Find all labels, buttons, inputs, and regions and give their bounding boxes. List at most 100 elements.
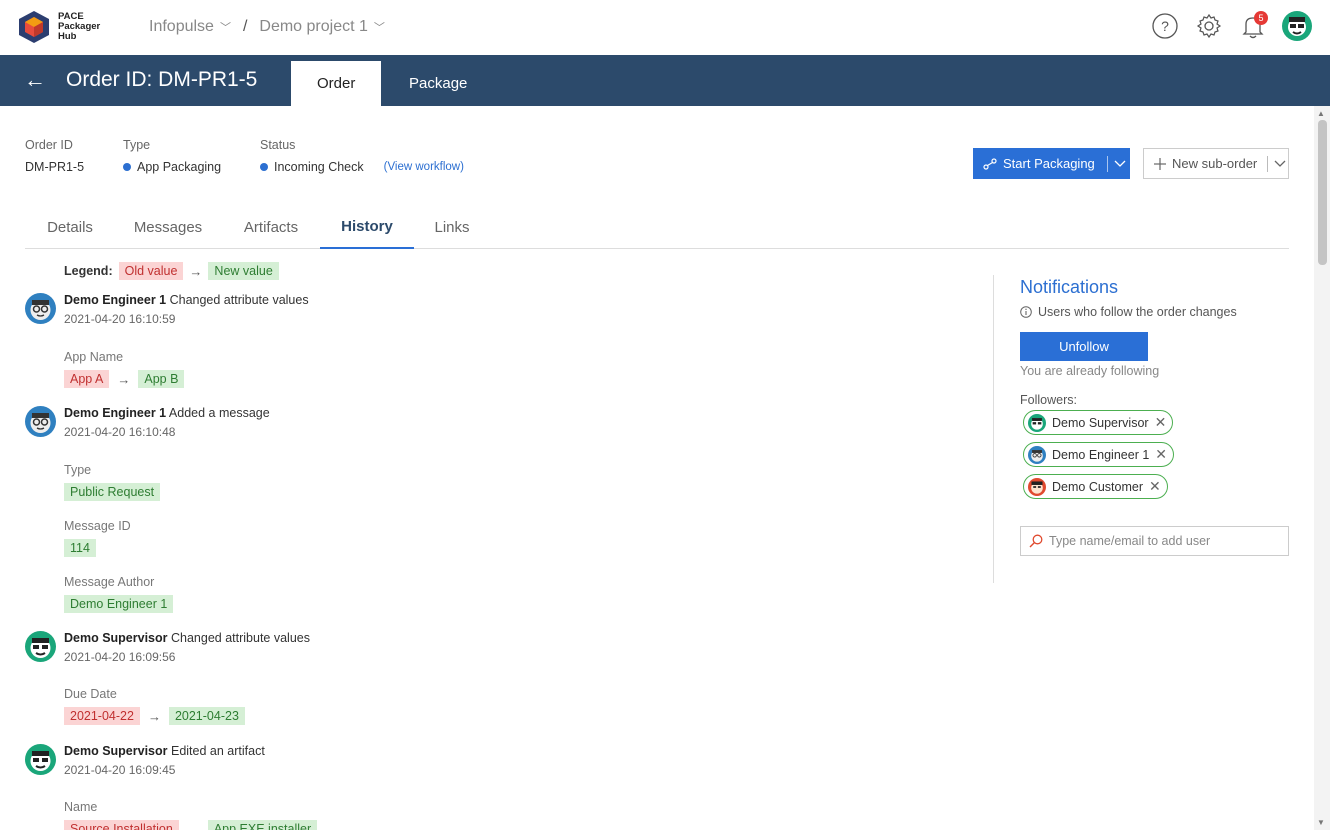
header-tab-package[interactable]: Package xyxy=(383,61,493,106)
workflow-icon xyxy=(983,157,997,170)
field-label: Message Author xyxy=(64,575,155,589)
top-icons: ? 5 xyxy=(1150,11,1312,41)
follower-name: Demo Customer xyxy=(1052,479,1143,494)
tab-links[interactable]: Links xyxy=(422,205,482,249)
tab-messages[interactable]: Messages xyxy=(122,205,214,249)
user-avatar-icon xyxy=(1282,11,1312,41)
chevron-down-icon[interactable]: ﹀ xyxy=(220,19,231,35)
start-packaging-label: Start Packaging xyxy=(1003,156,1095,171)
chevron-down-icon[interactable] xyxy=(1274,160,1286,168)
event-action: Edited an artifact xyxy=(167,744,265,758)
event-user[interactable]: Demo Supervisor xyxy=(64,631,168,645)
remove-follower-icon[interactable]: ✕ xyxy=(1149,478,1161,495)
type-dot-icon xyxy=(123,163,131,171)
breadcrumb-project[interactable]: Demo project 1 xyxy=(259,18,368,36)
help-button[interactable]: ? xyxy=(1150,11,1180,41)
remove-follower-icon[interactable]: ✕ xyxy=(1155,414,1167,431)
search-icon xyxy=(1029,534,1043,548)
new-suborder-label: New sub-order xyxy=(1172,156,1258,171)
history-field: Name Source Installation → App EXE insta… xyxy=(64,800,318,830)
following-status: You are already following xyxy=(1020,364,1160,378)
scroll-thumb[interactable] xyxy=(1318,120,1327,265)
back-arrow-icon[interactable]: ← xyxy=(24,67,46,93)
avatar-supervisor-icon xyxy=(25,744,56,775)
status-label: Status xyxy=(260,138,296,152)
help-icon: ? xyxy=(1152,13,1178,39)
settings-button[interactable] xyxy=(1194,11,1224,41)
history-field: Message Author Demo Engineer 1 xyxy=(64,575,174,613)
arrow-right-icon: → xyxy=(117,371,131,387)
remove-follower-icon[interactable]: ✕ xyxy=(1155,446,1167,463)
notifications-button[interactable]: 5 xyxy=(1238,11,1268,41)
page-scrollbar[interactable]: ▲ ▼ xyxy=(1314,106,1330,830)
field-label: Name xyxy=(64,800,98,814)
breadcrumb-org[interactable]: Infopulse xyxy=(149,18,214,36)
field-label: App Name xyxy=(64,350,124,364)
user-avatar[interactable] xyxy=(1282,11,1312,41)
follower-chip: Demo Customer ✕ xyxy=(1023,474,1168,499)
event-action: Changed attribute values xyxy=(166,293,309,307)
field-label: Type xyxy=(64,463,92,477)
scroll-down-icon[interactable]: ▼ xyxy=(1317,818,1325,827)
event-action: Added a message xyxy=(166,406,270,420)
meta-type: Type App Packaging xyxy=(123,138,221,174)
event-user[interactable]: Demo Supervisor xyxy=(64,744,168,758)
breadcrumb: Infopulse ﹀ / Demo project 1 ﹀ xyxy=(149,18,385,36)
pace-logo-icon xyxy=(19,11,49,43)
event-user[interactable]: Demo Engineer 1 xyxy=(64,293,166,307)
scroll-up-icon[interactable]: ▲ xyxy=(1317,109,1325,118)
followers-label: Followers: xyxy=(1020,393,1077,407)
type-label: Type xyxy=(123,138,151,152)
tab-details[interactable]: Details xyxy=(25,205,115,249)
meta-order-id: Order ID DM-PR1-5 xyxy=(25,138,84,174)
unfollow-button[interactable]: Unfollow xyxy=(1020,332,1148,361)
type-value: App Packaging xyxy=(137,160,222,174)
avatar-engineer-icon xyxy=(1028,445,1046,464)
app-logo[interactable]: PACE Packager Hub xyxy=(18,10,100,44)
meta-status: Status Incoming Check (View workflow) xyxy=(260,138,464,174)
info-icon xyxy=(1020,306,1032,318)
app-logo-text: PACE Packager Hub xyxy=(58,11,101,42)
tab-artifacts[interactable]: Artifacts xyxy=(230,205,312,249)
event-time: 2021-04-20 16:10:48 xyxy=(64,425,176,439)
view-workflow-link[interactable]: (View workflow) xyxy=(384,161,464,173)
old-value: 2021-04-22 xyxy=(64,707,140,725)
notifications-info-text: Users who follow the order changes xyxy=(1038,305,1237,319)
order-id-value: DM-PR1-5 xyxy=(25,160,85,174)
new-value: 114 xyxy=(64,539,96,557)
arrow-right-icon: → xyxy=(147,708,161,724)
field-label: Message ID xyxy=(64,519,131,533)
old-value: App A xyxy=(64,370,110,388)
field-label: Due Date xyxy=(64,687,117,701)
history-field: Due Date 2021-04-22 → 2021-04-23 xyxy=(64,687,245,725)
add-follower-field[interactable] xyxy=(1020,526,1289,556)
button-separator xyxy=(1267,155,1269,172)
history-field: Type Public Request xyxy=(64,463,161,501)
event-time: 2021-04-20 16:10:59 xyxy=(64,312,176,326)
status-value: Incoming Check xyxy=(274,160,364,174)
button-separator xyxy=(1106,155,1108,172)
history-field: App Name App A → App B xyxy=(64,350,185,388)
order-title: Order ID: DM-PR1-5 xyxy=(66,68,258,91)
legend-label: Legend: xyxy=(64,264,113,278)
new-value: Public Request xyxy=(64,483,161,501)
chevron-down-icon[interactable] xyxy=(1114,160,1126,168)
new-value: Demo Engineer 1 xyxy=(64,595,174,613)
event-user[interactable]: Demo Engineer 1 xyxy=(64,406,166,420)
notifications-info: Users who follow the order changes xyxy=(1020,305,1237,319)
top-bar: PACE Packager Hub Infopulse ﹀ / Demo pro… xyxy=(0,0,1330,55)
tab-history[interactable]: History xyxy=(320,205,414,249)
follower-name: Demo Engineer 1 xyxy=(1052,447,1150,462)
gear-icon xyxy=(1196,13,1222,39)
add-follower-input[interactable] xyxy=(1049,534,1279,548)
new-value: App B xyxy=(138,370,185,388)
svg-text:?: ? xyxy=(1161,18,1169,34)
follower-chip: Demo Supervisor ✕ xyxy=(1023,410,1174,435)
panel-divider xyxy=(993,275,994,583)
event-time: 2021-04-20 16:09:56 xyxy=(64,650,176,664)
start-packaging-button[interactable]: Start Packaging xyxy=(973,148,1130,179)
new-suborder-button[interactable]: New sub-order xyxy=(1143,148,1289,179)
header-tab-order[interactable]: Order xyxy=(291,61,382,106)
chevron-down-icon[interactable]: ﹀ xyxy=(374,19,385,35)
avatar-engineer-icon xyxy=(25,406,56,437)
